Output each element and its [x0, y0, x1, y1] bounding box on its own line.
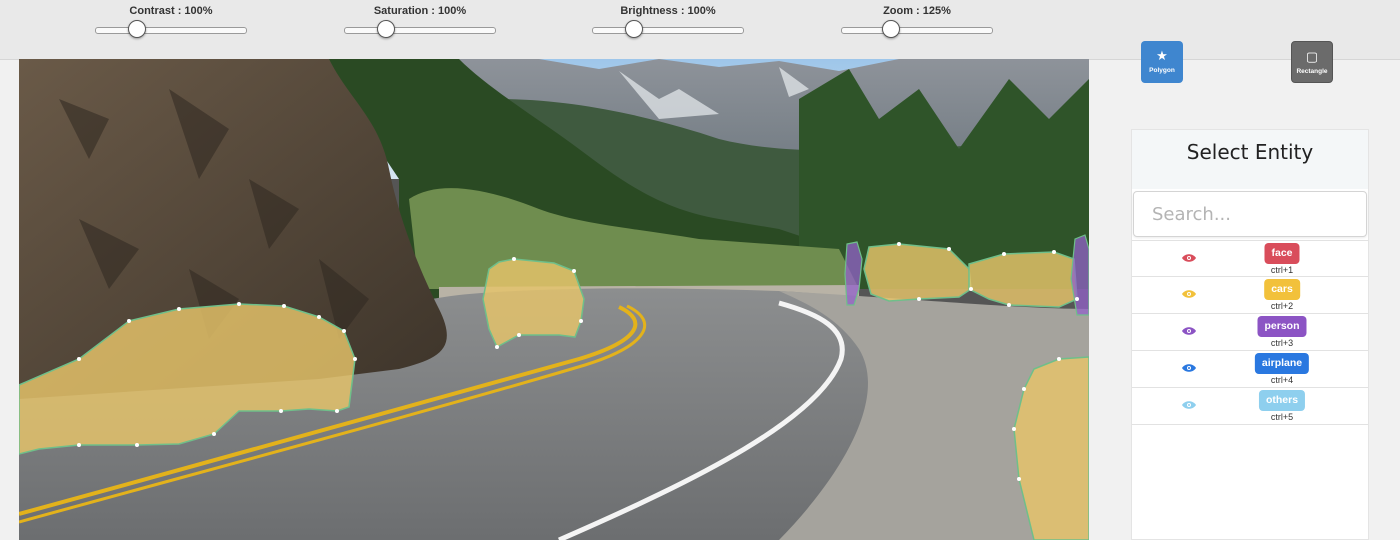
saturation-slider[interactable]: [344, 20, 496, 38]
person-annotation-2[interactable]: [1070, 234, 1089, 316]
star-icon: ★: [1156, 48, 1168, 63]
entity-shortcut-person: ctrl+3: [1270, 338, 1294, 348]
car-annotation-far-2[interactable]: [968, 251, 1078, 308]
brightness-slider-thumb[interactable]: [625, 20, 643, 38]
entity-panel: Select Entity face ctrl+1 cars ctrl+2 pe…: [1131, 129, 1369, 540]
entity-badge-others[interactable]: others: [1258, 390, 1306, 411]
contrast-slider-thumb[interactable]: [128, 20, 146, 38]
entity-list: face ctrl+1 cars ctrl+2 person ctrl+3 ai…: [1132, 240, 1368, 425]
zoom-slider-thumb[interactable]: [882, 20, 900, 38]
zoom-control: Zoom : 125%: [837, 0, 997, 38]
entity-shortcut-airplane: ctrl+4: [1270, 375, 1294, 385]
entity-panel-title: Select Entity: [1132, 130, 1368, 189]
entity-badge-airplane[interactable]: airplane: [1254, 353, 1310, 374]
eye-icon[interactable]: [1182, 253, 1196, 263]
entity-row-face[interactable]: face ctrl+1: [1132, 240, 1368, 277]
square-icon: ▢: [1305, 49, 1319, 64]
contrast-label: Contrast : 100%: [129, 5, 213, 17]
eye-icon[interactable]: [1182, 326, 1196, 336]
zoom-label: Zoom : 125%: [883, 5, 951, 17]
rectangle-tool-label: Rectangle: [1296, 68, 1328, 75]
eye-icon[interactable]: [1182, 363, 1196, 373]
entity-search-input[interactable]: [1133, 191, 1367, 237]
entity-badge-cars[interactable]: cars: [1264, 279, 1300, 300]
brightness-slider[interactable]: [592, 20, 744, 38]
entity-row-others[interactable]: others ctrl+5: [1132, 388, 1368, 425]
zoom-slider[interactable]: [841, 20, 993, 38]
saturation-slider-thumb[interactable]: [377, 20, 395, 38]
car-annotation-middle[interactable]: [482, 258, 585, 349]
entity-shortcut-cars: ctrl+2: [1270, 301, 1294, 311]
saturation-label: Saturation : 100%: [373, 5, 467, 17]
brightness-label: Brightness : 100%: [620, 5, 716, 17]
annotation-canvas[interactable]: [19, 59, 1089, 540]
contrast-slider[interactable]: [95, 20, 247, 38]
entity-badge-face[interactable]: face: [1264, 243, 1300, 264]
brightness-control: Brightness : 100%: [588, 0, 748, 38]
rectangle-tool-button[interactable]: ▢ Rectangle: [1291, 41, 1333, 83]
eye-icon[interactable]: [1182, 289, 1196, 299]
entity-badge-person[interactable]: person: [1257, 316, 1307, 337]
entity-row-airplane[interactable]: airplane ctrl+4: [1132, 351, 1368, 388]
saturation-control: Saturation : 100%: [340, 0, 500, 38]
polygon-tool-button[interactable]: ★ Polygon: [1141, 41, 1183, 83]
entity-row-person[interactable]: person ctrl+3: [1132, 314, 1368, 351]
annotated-image[interactable]: [19, 59, 1089, 540]
entity-row-cars[interactable]: cars ctrl+2: [1132, 277, 1368, 314]
entity-shortcut-face: ctrl+1: [1270, 265, 1294, 275]
entity-shortcut-others: ctrl+5: [1270, 412, 1294, 422]
polygon-tool-label: Polygon: [1149, 67, 1175, 74]
adjustment-toolbar: Contrast : 100% Saturation : 100% Bright…: [0, 0, 1400, 60]
contrast-control: Contrast : 100%: [91, 0, 251, 38]
person-annotation-1[interactable]: [844, 241, 863, 306]
eye-icon[interactable]: [1182, 400, 1196, 410]
